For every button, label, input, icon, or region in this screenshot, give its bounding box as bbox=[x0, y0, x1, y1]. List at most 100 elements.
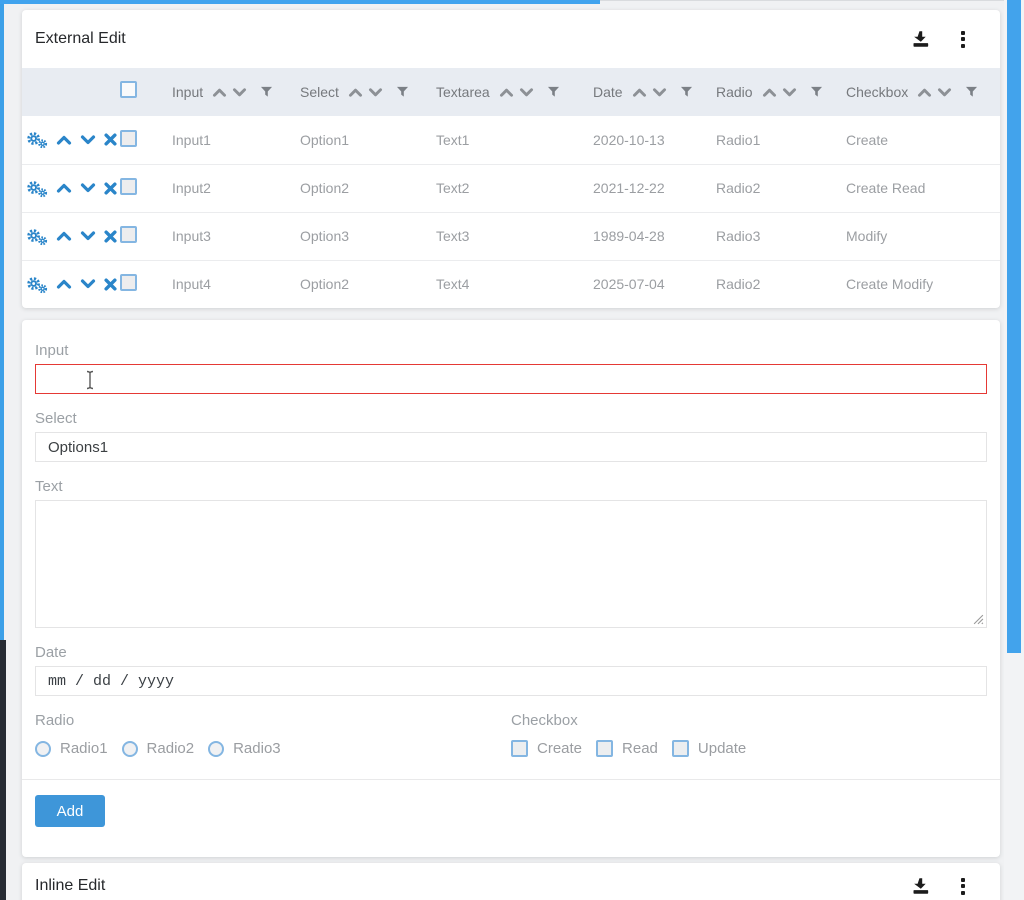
card-header: External Edit bbox=[22, 10, 1000, 68]
checkbox-option-update[interactable]: Update bbox=[672, 740, 746, 757]
row-settings-button[interactable] bbox=[25, 179, 48, 198]
row-move-up-button[interactable] bbox=[56, 182, 72, 194]
filter-icon[interactable] bbox=[260, 86, 273, 98]
column-label-select: Select bbox=[300, 84, 339, 100]
download-button[interactable] bbox=[908, 875, 930, 897]
row-delete-button[interactable] bbox=[104, 278, 117, 291]
table-header-row: Input Select Textarea bbox=[22, 68, 1000, 116]
x-icon bbox=[104, 133, 117, 146]
cell-checkbox: Create Read bbox=[846, 164, 1000, 212]
chevron-down-icon bbox=[80, 278, 96, 290]
radio-option-radio3[interactable]: Radio3 bbox=[208, 740, 281, 757]
row-move-down-button[interactable] bbox=[80, 278, 96, 290]
filter-icon[interactable] bbox=[810, 86, 823, 98]
menu-button[interactable] bbox=[952, 875, 974, 897]
filter-icon[interactable] bbox=[680, 86, 693, 98]
checkbox-group: Checkbox Create Read Update bbox=[511, 712, 987, 757]
row-move-down-button[interactable] bbox=[80, 230, 96, 242]
download-button[interactable] bbox=[908, 28, 930, 50]
checkbox-option-read[interactable]: Read bbox=[596, 740, 658, 757]
cell-textarea: Text3 bbox=[436, 212, 593, 260]
filter-icon[interactable] bbox=[965, 86, 978, 98]
sort-desc-icon[interactable] bbox=[782, 87, 797, 98]
text-label: Text bbox=[35, 478, 987, 496]
scrollbar-thumb[interactable] bbox=[1007, 0, 1021, 653]
radio-option-radio2[interactable]: Radio2 bbox=[122, 740, 195, 757]
card-title: External Edit bbox=[35, 30, 908, 48]
row-settings-button[interactable] bbox=[25, 227, 48, 246]
select-all-checkbox[interactable] bbox=[120, 81, 137, 98]
column-label-radio: Radio bbox=[716, 84, 753, 100]
cell-textarea: Text2 bbox=[436, 164, 593, 212]
resize-grip-icon[interactable] bbox=[973, 614, 984, 625]
row-move-down-button[interactable] bbox=[80, 134, 96, 146]
row-move-up-button[interactable] bbox=[56, 278, 72, 290]
cell-date: 1989-04-28 bbox=[593, 212, 716, 260]
top-progress-bar bbox=[0, 0, 600, 4]
row-checkbox[interactable] bbox=[120, 178, 137, 195]
left-edge-strip bbox=[0, 0, 6, 900]
download-icon bbox=[908, 28, 930, 50]
row-checkbox[interactable] bbox=[120, 274, 137, 291]
select-value: Options1 bbox=[48, 439, 108, 456]
form-select[interactable]: Options1 bbox=[35, 432, 987, 462]
cogs-icon bbox=[25, 179, 48, 198]
form-date[interactable]: mm / dd / yyyy bbox=[35, 666, 987, 696]
radio-option-radio1[interactable]: Radio1 bbox=[35, 740, 108, 757]
cell-input: Input4 bbox=[172, 260, 300, 308]
row-move-down-button[interactable] bbox=[80, 182, 96, 194]
column-label-input: Input bbox=[172, 84, 203, 100]
cogs-icon bbox=[25, 275, 48, 294]
add-button[interactable]: Add bbox=[35, 795, 105, 827]
sort-desc-icon[interactable] bbox=[232, 87, 247, 98]
inline-edit-card: Inline Edit bbox=[22, 863, 1000, 900]
date-placeholder: mm / dd / yyyy bbox=[48, 673, 174, 690]
chevron-down-icon bbox=[80, 134, 96, 146]
cell-checkbox: Modify bbox=[846, 212, 1000, 260]
menu-button[interactable] bbox=[952, 28, 974, 50]
filter-icon[interactable] bbox=[547, 86, 560, 98]
sort-asc-icon[interactable] bbox=[762, 87, 777, 98]
cell-checkbox: Create Modify bbox=[846, 260, 1000, 308]
sort-asc-icon[interactable] bbox=[917, 87, 932, 98]
chevron-up-icon bbox=[56, 182, 72, 194]
sort-desc-icon[interactable] bbox=[652, 87, 667, 98]
sort-desc-icon[interactable] bbox=[368, 87, 383, 98]
radio-group: Radio Radio1 Radio2 Radio3 bbox=[35, 712, 511, 757]
form-textarea[interactable] bbox=[35, 500, 987, 628]
row-settings-button[interactable] bbox=[25, 275, 48, 294]
form-input[interactable] bbox=[35, 364, 987, 394]
row-move-up-button[interactable] bbox=[56, 134, 72, 146]
chevron-up-icon bbox=[56, 278, 72, 290]
sort-desc-icon[interactable] bbox=[519, 87, 534, 98]
chevron-down-icon bbox=[80, 182, 96, 194]
row-settings-button[interactable] bbox=[25, 130, 48, 149]
page-scrollbar[interactable] bbox=[1004, 0, 1024, 900]
row-delete-button[interactable] bbox=[104, 182, 117, 195]
cell-date: 2025-07-04 bbox=[593, 260, 716, 308]
radio-group-label: Radio bbox=[35, 712, 511, 730]
cell-select: Option2 bbox=[300, 260, 436, 308]
sort-asc-icon[interactable] bbox=[499, 87, 514, 98]
row-delete-button[interactable] bbox=[104, 133, 117, 146]
cell-radio: Radio2 bbox=[716, 164, 846, 212]
row-move-up-button[interactable] bbox=[56, 230, 72, 242]
row-delete-button[interactable] bbox=[104, 230, 117, 243]
col-actions bbox=[22, 68, 115, 116]
card-toolbar bbox=[908, 28, 974, 50]
sort-asc-icon[interactable] bbox=[348, 87, 363, 98]
sort-asc-icon[interactable] bbox=[212, 87, 227, 98]
checkbox-icon bbox=[596, 740, 613, 757]
cell-radio: Radio2 bbox=[716, 260, 846, 308]
row-checkbox[interactable] bbox=[120, 130, 137, 147]
cell-input: Input3 bbox=[172, 212, 300, 260]
filter-icon[interactable] bbox=[396, 86, 409, 98]
checkbox-option-create[interactable]: Create bbox=[511, 740, 582, 757]
radio-option-label: Radio2 bbox=[147, 740, 195, 757]
cell-input: Input2 bbox=[172, 164, 300, 212]
data-table: Input Select Textarea bbox=[22, 68, 1000, 308]
sort-asc-icon[interactable] bbox=[632, 87, 647, 98]
row-checkbox[interactable] bbox=[120, 226, 137, 243]
left-scrollbar-thumb[interactable] bbox=[0, 0, 4, 640]
sort-desc-icon[interactable] bbox=[937, 87, 952, 98]
